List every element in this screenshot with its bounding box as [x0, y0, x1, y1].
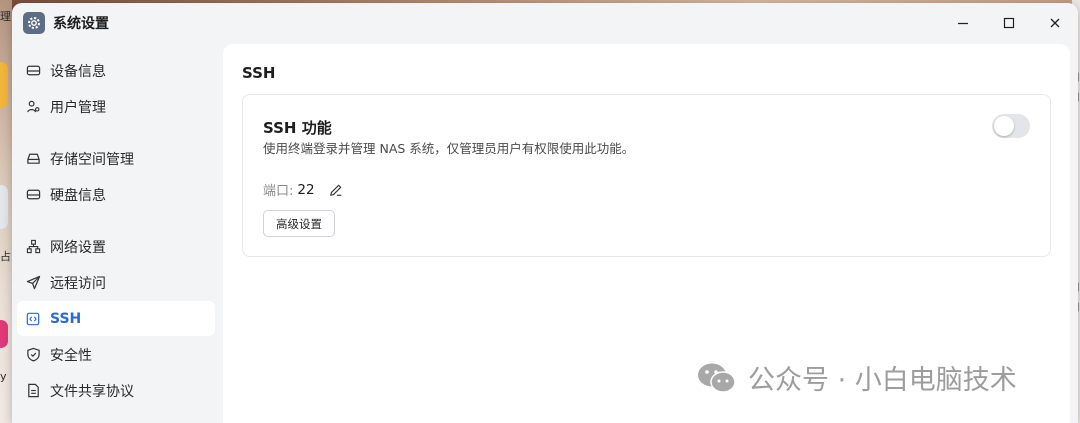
sidebar-item-ssh[interactable]: SSH — [17, 301, 215, 336]
watermark: 公众号 · 小白电脑技术 — [696, 358, 1017, 397]
maximize-icon — [1003, 17, 1015, 29]
desktop-app-icon[interactable] — [0, 62, 8, 108]
maximize-button[interactable] — [986, 3, 1032, 43]
sidebar-item-device-info[interactable]: 设备信息 — [17, 53, 215, 88]
close-button[interactable] — [1032, 3, 1078, 43]
window-title: 系统设置 — [53, 16, 109, 32]
sidebar-item-label: 设备信息 — [50, 63, 106, 80]
sidebar-item-label: SSH — [50, 310, 82, 327]
minimize-button[interactable] — [940, 3, 986, 43]
ssh-toggle[interactable] — [992, 114, 1030, 138]
minimize-icon — [958, 22, 968, 25]
advanced-settings-button[interactable]: 高级设置 — [263, 210, 335, 237]
toggle-knob — [994, 116, 1014, 136]
sidebar-item-label: 硬盘信息 — [50, 187, 106, 204]
sidebar-item-remote-access[interactable]: 远程访问 — [17, 265, 215, 300]
page-title: SSH — [242, 64, 276, 82]
title-bar[interactable]: 系统设置 — [12, 3, 1078, 43]
edit-icon[interactable] — [329, 182, 345, 198]
sidebar-item-storage[interactable]: 存储空间管理 — [17, 141, 215, 176]
sidebar-item-network[interactable]: 网络设置 — [17, 229, 215, 264]
window-controls — [940, 3, 1078, 43]
feature-title: SSH 功能 — [263, 119, 332, 137]
main-content: SSH SSH 功能 使用终端登录并管理 NAS 系统，仅管理员用户有权限使用此… — [223, 44, 1070, 423]
sidebar-item-users[interactable]: 用户管理 — [17, 89, 215, 124]
sidebar-item-label: 安全性 — [50, 347, 92, 364]
desktop-label: 占 — [0, 250, 11, 263]
sidebar: 设备信息 用户管理 存储空间管理 硬盘信息 网络设置 远程访问 SSH 安全性 — [12, 51, 222, 423]
sidebar-item-label: 网络设置 — [50, 239, 106, 256]
send-icon — [25, 275, 41, 291]
sidebar-item-label: 用户管理 — [50, 99, 106, 116]
gear-icon — [23, 12, 45, 34]
wechat-icon — [698, 363, 736, 393]
storage-icon — [25, 151, 41, 167]
desktop-label: 理 — [0, 10, 11, 23]
sidebar-item-label: 文件共享协议 — [50, 383, 134, 400]
shield-icon — [25, 347, 41, 363]
feature-description: 使用终端登录并管理 NAS 系统，仅管理员用户有权限使用此功能。 — [263, 141, 635, 156]
sidebar-item-label: 存储空间管理 — [50, 151, 134, 168]
desktop-app-icon[interactable] — [0, 320, 8, 348]
code-icon — [25, 311, 41, 327]
network-icon — [25, 239, 41, 255]
drive-icon — [25, 63, 41, 79]
close-icon — [1050, 18, 1060, 28]
port-row: 端口: 22 — [263, 180, 345, 199]
desktop-label: y — [0, 370, 7, 383]
port-label: 端口: — [263, 184, 294, 199]
desktop-left-edge: 理 占 y — [0, 0, 12, 423]
disk-icon — [25, 187, 41, 203]
ssh-settings-card: SSH 功能 使用终端登录并管理 NAS 系统，仅管理员用户有权限使用此功能。 … — [242, 94, 1051, 257]
desktop-app-icon[interactable] — [0, 185, 8, 229]
sidebar-item-label: 远程访问 — [50, 275, 106, 292]
sidebar-item-file-sharing[interactable]: 文件共享协议 — [17, 373, 215, 408]
watermark-text: 公众号 · 小白电脑技术 — [748, 365, 1017, 396]
sidebar-item-security[interactable]: 安全性 — [17, 337, 215, 372]
users-icon — [25, 99, 41, 115]
sidebar-item-disk-info[interactable]: 硬盘信息 — [17, 177, 215, 212]
document-icon — [25, 383, 41, 399]
port-value: 22 — [297, 181, 315, 198]
settings-window: 系统设置 设备信息 用户管理 存储空间管理 硬盘信息 网络设置 远程访问 SSH… — [12, 3, 1078, 423]
